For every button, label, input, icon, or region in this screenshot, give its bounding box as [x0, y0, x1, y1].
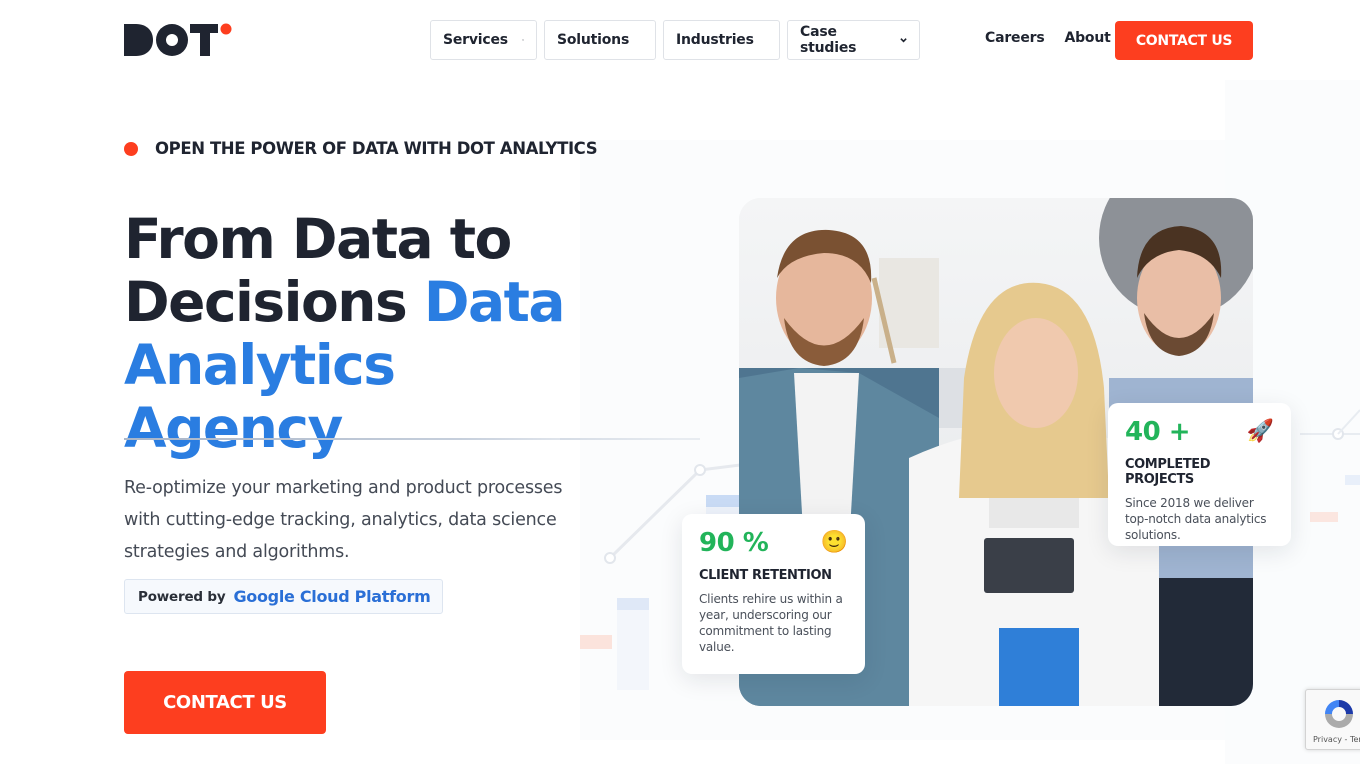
- powered-by-name: Google Cloud Platform: [233, 587, 431, 606]
- nav-dropdown-label: Solutions: [557, 32, 630, 48]
- eyebrow-text: OPEN THE POWER OF DATA WITH DOT ANALYTIC…: [155, 139, 598, 158]
- powered-by-badge: Powered by Google Cloud Platform: [124, 579, 444, 614]
- dot-logo[interactable]: [124, 22, 234, 56]
- nav-link-careers[interactable]: Careers: [985, 30, 1045, 46]
- hero-eyebrow: OPEN THE POWER OF DATA WITH DOT ANALYTIC…: [124, 139, 598, 158]
- stat-value: 90 %: [699, 528, 769, 558]
- nav-dropdown-solutions[interactable]: Solutions: [544, 20, 656, 60]
- chevron-down-icon: [900, 38, 907, 43]
- header-contact-button[interactable]: CONTACT US: [1115, 21, 1253, 60]
- stat-card-completed-projects: 40 + 🚀 COMPLETED PROJECTS Since 2018 we …: [1108, 403, 1291, 546]
- stat-card-client-retention: 90 % 🙂 CLIENT RETENTION Clients rehire u…: [682, 514, 865, 674]
- red-dot-icon: [124, 141, 138, 156]
- stat-description: Clients rehire us within a year, undersc…: [699, 592, 843, 654]
- hero-headline: From Data to Decisions Data Analytics Ag…: [124, 208, 594, 460]
- stat-description: Since 2018 we deliver top-notch data ana…: [1125, 496, 1267, 542]
- recaptcha-icon: [1325, 700, 1353, 728]
- hero-contact-button[interactable]: CONTACT US: [124, 671, 326, 734]
- stat-value: 40 +: [1125, 417, 1191, 447]
- nav-dropdown-label: Industries: [676, 32, 754, 48]
- nav-dropdown-industries[interactable]: Industries: [663, 20, 780, 60]
- nav-dropdown-case-studies[interactable]: Case studies: [787, 20, 920, 60]
- recaptcha-links[interactable]: Privacy - Terms: [1313, 735, 1360, 744]
- nav-dropdown-label: Case studies: [800, 24, 857, 56]
- smiling-face-icon: 🙂: [820, 530, 848, 555]
- stat-title: COMPLETED PROJECTS: [1125, 457, 1211, 487]
- main-nav: Services Solutions Industries Case studi…: [430, 20, 920, 60]
- hero-divider: [124, 438, 684, 440]
- recaptcha-badge[interactable]: Privacy - Terms: [1305, 689, 1360, 750]
- nav-link-about[interactable]: About: [1064, 30, 1110, 46]
- rocket-icon: 🚀: [1246, 419, 1274, 444]
- nav-dropdown-label: Services: [443, 32, 508, 48]
- nav-links: Careers About: [985, 30, 1111, 46]
- chevron-down-icon: [522, 39, 524, 41]
- powered-by-prefix: Powered by: [138, 588, 226, 605]
- hero-lead: Re-optimize your marketing and product p…: [124, 478, 563, 562]
- stat-title: CLIENT RETENTION: [699, 568, 832, 583]
- dot-logo-mark: [124, 23, 232, 56]
- nav-dropdown-services[interactable]: Services: [430, 20, 537, 60]
